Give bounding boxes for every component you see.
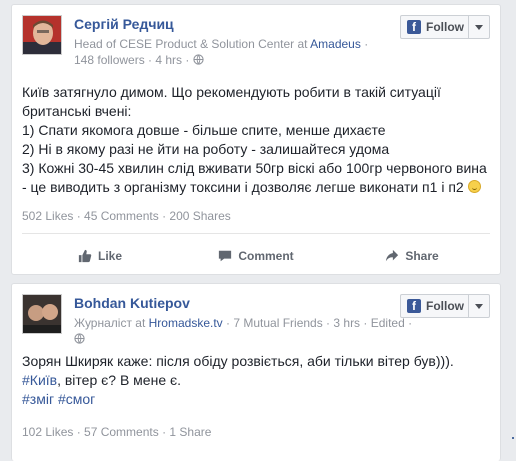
author-subtitle: Журналіст at Hromadske.tv · 7 Mutual Fri… bbox=[74, 315, 414, 347]
post-line: 2) Ні в якому разі не йти на роботу - за… bbox=[22, 141, 390, 157]
follow-label: Follow bbox=[426, 20, 464, 34]
company-link[interactable]: Hromadske.tv bbox=[149, 316, 223, 330]
post-stats[interactable]: 502 Likes · 45 Comments · 200 Shares bbox=[22, 209, 231, 223]
post-header: Сергій Редчиц Head of CESE Product & Sol… bbox=[22, 15, 490, 79]
follow-main[interactable]: f Follow bbox=[401, 295, 468, 317]
divider bbox=[22, 233, 490, 234]
post-line: 1) Спати якомога довше - більше спите, м… bbox=[22, 122, 386, 138]
globe-icon bbox=[193, 54, 204, 65]
hashtag-link[interactable]: #зміг bbox=[22, 391, 54, 407]
comment-label: Comment bbox=[238, 249, 294, 263]
globe-icon bbox=[74, 333, 85, 344]
post-line: #Київ, вітер є? В мене є. bbox=[22, 371, 492, 390]
post-line: Зорян Шкиряк каже: після обіду розвієтьс… bbox=[22, 353, 454, 369]
post-text: Київ затягнуло димом. Що рекомендують ро… bbox=[22, 83, 492, 197]
comment-icon bbox=[219, 250, 232, 262]
share-icon bbox=[386, 249, 399, 262]
author-name[interactable]: Сергій Редчиц bbox=[74, 16, 174, 32]
chevron-down-icon bbox=[475, 303, 483, 309]
friends-time: · 7 Mutual Friends · 3 hrs · Edited · bbox=[226, 316, 413, 330]
facebook-icon: f bbox=[407, 299, 421, 313]
author-subtitle: Head of CESE Product & Solution Center a… bbox=[74, 36, 374, 68]
follow-button[interactable]: f Follow bbox=[400, 15, 490, 39]
share-label: Share bbox=[405, 249, 439, 263]
post-text: Зорян Шкиряк каже: після обіду розвієтьс… bbox=[22, 352, 492, 409]
smiley-icon bbox=[467, 180, 481, 193]
post-line: #зміг #смог bbox=[22, 390, 492, 409]
follow-label: Follow bbox=[426, 299, 464, 313]
action-bar: Like Comment Share bbox=[22, 243, 490, 269]
avatar[interactable] bbox=[22, 294, 62, 334]
post-line: британські вчені: bbox=[22, 103, 132, 119]
post-line: 3) Кожні 30-45 хвилин слід вживати 50гр … bbox=[22, 160, 487, 176]
like-button[interactable]: Like bbox=[22, 243, 178, 269]
facebook-icon: f bbox=[407, 20, 421, 34]
post-stats[interactable]: 102 Likes · 57 Comments · 1 Share bbox=[22, 425, 211, 439]
share-button[interactable]: Share bbox=[334, 243, 490, 269]
post-line-last: - це виводить з організму токсини і дозв… bbox=[22, 178, 492, 197]
follow-dropdown[interactable] bbox=[468, 295, 489, 317]
hashtag-link[interactable]: #Київ bbox=[22, 372, 57, 388]
avatar[interactable] bbox=[22, 15, 62, 55]
chevron-down-icon bbox=[475, 24, 483, 30]
like-label: Like bbox=[97, 249, 122, 263]
follow-main[interactable]: f Follow bbox=[401, 16, 468, 38]
post-line: Київ затягнуло димом. Що рекомендують ро… bbox=[22, 84, 441, 100]
post-line: - це виводить з організму токсини і дозв… bbox=[22, 179, 464, 195]
post-card: Bohdan Kutiepov Журналіст at Hromadske.t… bbox=[11, 283, 501, 461]
author-role: Head of CESE Product & Solution Center a… bbox=[74, 37, 308, 51]
follow-dropdown[interactable] bbox=[468, 16, 489, 38]
decorative-dot bbox=[512, 437, 514, 439]
company-link[interactable]: Amadeus bbox=[310, 37, 361, 51]
like-icon bbox=[78, 249, 92, 263]
author-name[interactable]: Bohdan Kutiepov bbox=[74, 295, 190, 311]
comment-button[interactable]: Comment bbox=[178, 243, 334, 269]
follow-button[interactable]: f Follow bbox=[400, 294, 490, 318]
post-text-fragment: , вітер є? В мене є. bbox=[57, 372, 182, 388]
post-header: Bohdan Kutiepov Журналіст at Hromadske.t… bbox=[22, 294, 490, 358]
author-role: Журналіст at bbox=[74, 316, 146, 330]
hashtag-link[interactable]: #смог bbox=[58, 391, 95, 407]
post-card: Сергій Редчиц Head of CESE Product & Sol… bbox=[11, 4, 501, 275]
